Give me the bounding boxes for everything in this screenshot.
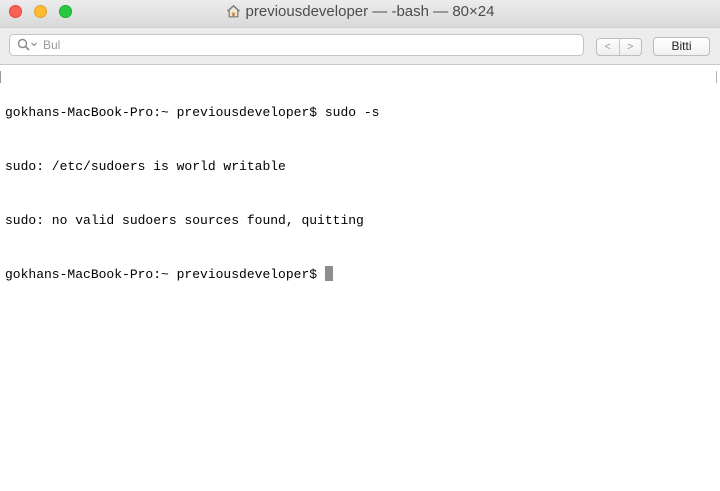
find-navigation: < > xyxy=(596,38,642,56)
text-cursor xyxy=(325,266,334,281)
chevron-left-icon: < xyxy=(604,41,611,53)
find-next-button[interactable]: > xyxy=(620,39,642,55)
window-title-text: previousdeveloper — -bash — 80×24 xyxy=(245,3,495,20)
selection-bracket-left xyxy=(0,71,1,83)
title-bar[interactable]: previousdeveloper — -bash — 80×24 xyxy=(0,0,720,28)
find-previous-button[interactable]: < xyxy=(597,39,620,55)
terminal-line: sudo: /etc/sudoers is world writable xyxy=(5,159,286,174)
home-icon xyxy=(226,4,241,22)
terminal-window: previousdeveloper — -bash — 80×24 < > Bi… xyxy=(0,0,720,491)
terminal-prompt-line: gokhans-MacBook-Pro:~ previousdeveloper$ xyxy=(5,266,379,284)
chevron-right-icon: > xyxy=(627,41,634,53)
search-icon[interactable] xyxy=(17,38,39,57)
terminal-line: gokhans-MacBook-Pro:~ previousdeveloper$… xyxy=(5,105,380,120)
search-field[interactable] xyxy=(9,34,584,56)
prompt-text: gokhans-MacBook-Pro:~ previousdeveloper$ xyxy=(5,267,318,282)
terminal-output[interactable]: gokhans-MacBook-Pro:~ previousdeveloper$… xyxy=(0,65,720,491)
search-input[interactable] xyxy=(43,37,573,53)
find-bar: < > Bitti xyxy=(0,28,720,65)
terminal-lines: gokhans-MacBook-Pro:~ previousdeveloper$… xyxy=(5,68,379,320)
terminal-line: sudo: no valid sudoers sources found, qu… xyxy=(5,213,364,228)
done-button[interactable]: Bitti xyxy=(653,37,710,56)
window-title: previousdeveloper — -bash — 80×24 xyxy=(0,3,720,22)
scroll-marker-right xyxy=(716,71,717,83)
